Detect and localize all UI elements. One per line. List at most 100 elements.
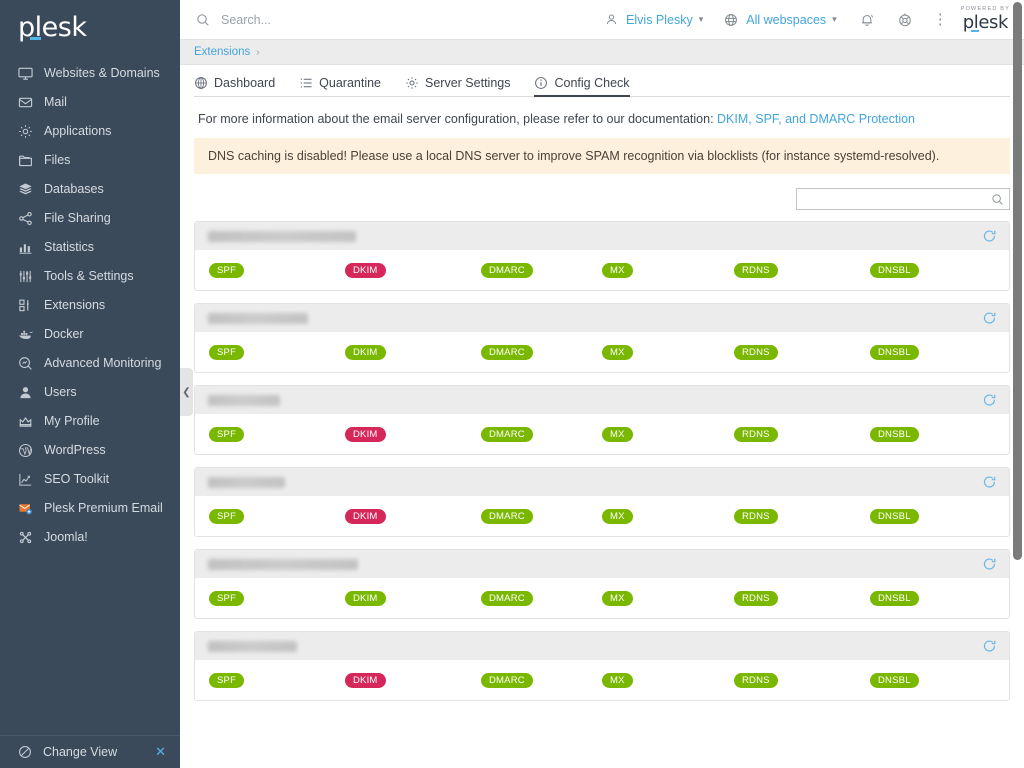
plesk-logo-text: plesk: [18, 12, 86, 43]
sidebar-item-docker[interactable]: Docker: [0, 320, 180, 349]
sidebar-item-tools-settings[interactable]: Tools & Settings: [0, 262, 180, 291]
sidebar-item-applications[interactable]: Applications: [0, 117, 180, 146]
user-icon: [17, 385, 33, 401]
close-icon[interactable]: ✕: [151, 744, 170, 760]
magnifier-chart-icon: [17, 356, 33, 372]
refresh-icon[interactable]: [982, 557, 997, 572]
search-icon[interactable]: [991, 193, 1004, 206]
status-badge-mx[interactable]: MX: [602, 509, 633, 524]
status-badge-mx[interactable]: MX: [602, 673, 633, 688]
status-badge-dkim[interactable]: DKIM: [345, 427, 386, 442]
sidebar-item-advanced-monitoring[interactable]: Advanced Monitoring: [0, 349, 180, 378]
sidebar-item-users[interactable]: Users: [0, 378, 180, 407]
refresh-icon[interactable]: [982, 475, 997, 490]
documentation-link[interactable]: DKIM, SPF, and DMARC Protection: [717, 112, 915, 126]
status-badge-rdns[interactable]: RDNS: [734, 673, 778, 688]
domain-filter[interactable]: [796, 188, 1010, 210]
search-input[interactable]: [221, 13, 461, 27]
user-icon: [601, 10, 621, 30]
webspace-menu[interactable]: All webspaces ▾: [721, 10, 836, 30]
refresh-icon[interactable]: [982, 393, 997, 408]
change-view-bar[interactable]: Change View ✕: [0, 735, 180, 768]
status-badge-dkim[interactable]: DKIM: [345, 263, 386, 278]
bell-icon[interactable]: [857, 10, 877, 30]
status-badge-spf[interactable]: SPF: [209, 427, 244, 442]
status-badge-dnsbl[interactable]: DNSBL: [870, 427, 919, 442]
status-badge-rdns[interactable]: RDNS: [734, 509, 778, 524]
global-search[interactable]: [193, 10, 593, 30]
tab-quarantine[interactable]: Quarantine: [299, 76, 381, 97]
status-badge-rdns[interactable]: RDNS: [734, 345, 778, 360]
status-badge-mx[interactable]: MX: [602, 591, 633, 606]
status-badge-mx[interactable]: MX: [602, 345, 633, 360]
sidebar-item-wordpress[interactable]: WordPress: [0, 436, 180, 465]
vertical-scrollbar[interactable]: [1013, 2, 1022, 560]
status-badge-dkim[interactable]: DKIM: [345, 591, 386, 606]
breadcrumb-item-extensions[interactable]: Extensions: [194, 46, 250, 58]
status-badge-dkim[interactable]: DKIM: [345, 673, 386, 688]
tab-dashboard[interactable]: Dashboard: [194, 76, 275, 97]
sidebar-item-statistics[interactable]: Statistics: [0, 233, 180, 262]
status-badge-dkim[interactable]: DKIM: [345, 345, 386, 360]
status-badge-dmarc[interactable]: DMARC: [481, 263, 533, 278]
refresh-icon[interactable]: [982, 639, 997, 654]
plesk-logo[interactable]: plesk: [0, 0, 180, 53]
domain-filter-input[interactable]: [804, 192, 991, 206]
sidebar-item-my-profile[interactable]: My Profile: [0, 407, 180, 436]
sidebar-item-label: Databases: [44, 183, 104, 196]
dashboard-globe-icon: [194, 76, 208, 90]
sidebar-nav: Websites & Domains Mail Applications Fil…: [0, 53, 180, 735]
sidebar-item-seo-toolkit[interactable]: SEO Toolkit: [0, 465, 180, 494]
domain-name-redacted: [208, 231, 356, 242]
sidebar-item-extensions[interactable]: Extensions: [0, 291, 180, 320]
lifebuoy-icon[interactable]: [895, 10, 915, 30]
status-badge-dmarc[interactable]: DMARC: [481, 509, 533, 524]
sidebar-item-plesk-premium-email[interactable]: Plesk Premium Email: [0, 494, 180, 523]
sidebar-collapse-toggle[interactable]: ❮: [180, 368, 193, 416]
status-badge-rdns[interactable]: RDNS: [734, 263, 778, 278]
list-icon: [299, 76, 313, 90]
domain-check-card: SPF DKIM DMARC MX RDNS DNSBL: [194, 385, 1010, 455]
sidebar-item-file-sharing[interactable]: File Sharing: [0, 204, 180, 233]
sidebar-item-label: Mail: [44, 96, 67, 109]
status-badge-spf[interactable]: SPF: [209, 509, 244, 524]
status-badge-dmarc[interactable]: DMARC: [481, 345, 533, 360]
refresh-icon[interactable]: [982, 229, 997, 244]
status-badge-dnsbl[interactable]: DNSBL: [870, 263, 919, 278]
sidebar-item-joomla[interactable]: Joomla!: [0, 523, 180, 552]
sidebar-item-mail[interactable]: Mail: [0, 88, 180, 117]
status-badge-dnsbl[interactable]: DNSBL: [870, 509, 919, 524]
sidebar-item-label: Applications: [44, 125, 111, 138]
domain-check-list: SPF DKIM DMARC MX RDNS DNSBL SPF DKIM DMARC MX RDN…: [194, 221, 1010, 701]
status-badge-dnsbl[interactable]: DNSBL: [870, 673, 919, 688]
status-badge-dkim[interactable]: DKIM: [345, 509, 386, 524]
kebab-menu-icon[interactable]: ⋮: [933, 12, 947, 27]
status-badge-dmarc[interactable]: DMARC: [481, 591, 533, 606]
status-badge-dmarc[interactable]: DMARC: [481, 427, 533, 442]
domain-name-redacted: [208, 395, 280, 406]
sidebar-item-websites-domains[interactable]: Websites & Domains: [0, 59, 180, 88]
status-badge-dmarc[interactable]: DMARC: [481, 673, 533, 688]
tab-server-settings[interactable]: Server Settings: [405, 76, 510, 97]
status-badge-spf[interactable]: SPF: [209, 263, 244, 278]
bar-chart-icon: [17, 240, 33, 256]
status-badge-mx[interactable]: MX: [602, 427, 633, 442]
domain-name-redacted: [208, 641, 297, 652]
logo-underbar-icon: [30, 37, 41, 40]
tab-config-check[interactable]: Config Check: [534, 76, 629, 97]
card-badges: SPF DKIM DMARC MX RDNS DNSBL: [195, 496, 1009, 536]
status-badge-mx[interactable]: MX: [602, 263, 633, 278]
user-menu[interactable]: Elvis Plesky ▾: [601, 10, 703, 30]
sidebar-item-files[interactable]: Files: [0, 146, 180, 175]
status-badge-dnsbl[interactable]: DNSBL: [870, 345, 919, 360]
status-badge-rdns[interactable]: RDNS: [734, 427, 778, 442]
sidebar-item-databases[interactable]: Databases: [0, 175, 180, 204]
card-header: [195, 386, 1009, 414]
status-badge-spf[interactable]: SPF: [209, 673, 244, 688]
status-badge-rdns[interactable]: RDNS: [734, 591, 778, 606]
status-badge-spf[interactable]: SPF: [209, 591, 244, 606]
tab-label: Dashboard: [214, 76, 275, 90]
status-badge-spf[interactable]: SPF: [209, 345, 244, 360]
refresh-icon[interactable]: [982, 311, 997, 326]
status-badge-dnsbl[interactable]: DNSBL: [870, 591, 919, 606]
